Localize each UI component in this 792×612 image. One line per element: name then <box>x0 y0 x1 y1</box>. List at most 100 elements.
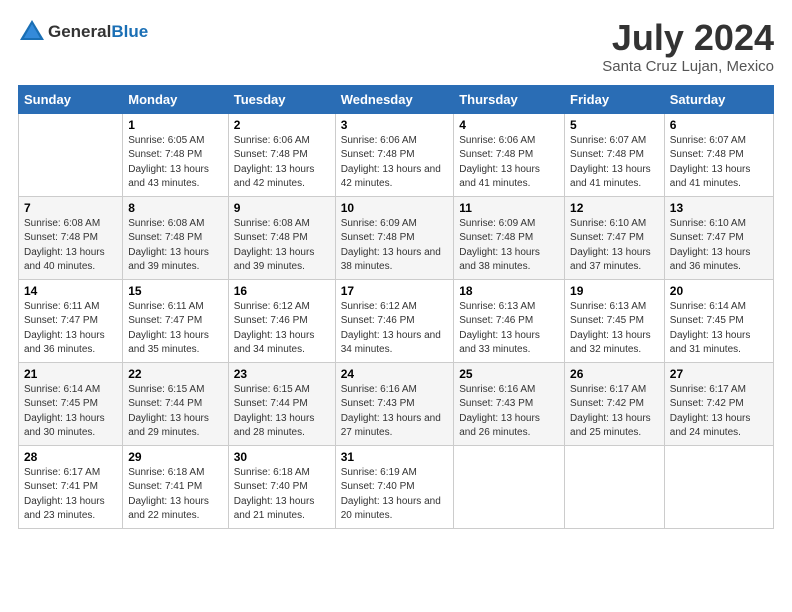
day-cell <box>19 113 123 196</box>
day-number: 28 <box>24 450 117 464</box>
day-info: Sunrise: 6:12 AMSunset: 7:46 PMDaylight:… <box>234 300 330 358</box>
day-number: 12 <box>570 201 659 215</box>
day-number: 10 <box>341 201 449 215</box>
day-cell: 5Sunrise: 6:07 AMSunset: 7:48 PMDaylight… <box>565 113 665 196</box>
day-info: Sunrise: 6:16 AMSunset: 7:43 PMDaylight:… <box>341 383 449 441</box>
day-cell <box>565 445 665 528</box>
page: GeneralBlue July 2024 Santa Cruz Lujan, … <box>0 0 792 539</box>
day-info: Sunrise: 6:06 AMSunset: 7:48 PMDaylight:… <box>341 134 449 192</box>
day-cell: 8 Sunrise: 6:08 AMSunset: 7:48 PMDaylight… <box>123 196 228 279</box>
title-block: July 2024 Santa Cruz Lujan, Mexico <box>602 18 774 75</box>
day-info: Sunrise: 6:12 AMSunset: 7:46 PMDaylight:… <box>341 300 449 358</box>
day-cell: 16 Sunrise: 6:12 AMSunset: 7:46 PMDayligh… <box>228 279 335 362</box>
day-cell: 4Sunrise: 6:06 AMSunset: 7:48 PMDaylight… <box>454 113 565 196</box>
day-number: 18 <box>459 284 559 298</box>
day-number: 29 <box>128 450 222 464</box>
day-number: 8 <box>128 201 222 215</box>
day-number: 25 <box>459 367 559 381</box>
day-info: Sunrise: 6:09 AMSunset: 7:48 PMDaylight:… <box>341 217 449 275</box>
day-info: Sunrise: 6:15 AMSunset: 7:44 PMDaylight:… <box>234 383 330 441</box>
day-info: Sunrise: 6:06 AMSunset: 7:48 PMDaylight:… <box>234 134 330 192</box>
day-cell: 13 Sunrise: 6:10 AMSunset: 7:47 PMDayligh… <box>664 196 773 279</box>
calendar-table: Sunday Monday Tuesday Wednesday Thursday… <box>18 85 774 529</box>
day-cell: 15 Sunrise: 6:11 AMSunset: 7:47 PMDayligh… <box>123 279 228 362</box>
day-info: Sunrise: 6:15 AMSunset: 7:44 PMDaylight:… <box>128 383 222 441</box>
day-info: Sunrise: 6:19 AMSunset: 7:40 PMDaylight:… <box>341 466 449 524</box>
col-monday: Monday <box>123 85 228 113</box>
day-cell <box>664 445 773 528</box>
day-cell: 14 Sunrise: 6:11 AMSunset: 7:47 PMDayligh… <box>19 279 123 362</box>
week-row-4: 21 Sunrise: 6:14 AMSunset: 7:45 PMDayligh… <box>19 362 774 445</box>
day-info: Sunrise: 6:14 AMSunset: 7:45 PMDaylight:… <box>670 300 768 358</box>
col-friday: Friday <box>565 85 665 113</box>
day-cell: 20Sunrise: 6:14 AMSunset: 7:45 PMDayligh… <box>664 279 773 362</box>
logo-blue: Blue <box>111 22 148 41</box>
day-cell: 12 Sunrise: 6:10 AMSunset: 7:47 PMDayligh… <box>565 196 665 279</box>
day-number: 16 <box>234 284 330 298</box>
col-thursday: Thursday <box>454 85 565 113</box>
day-number: 2 <box>234 118 330 132</box>
day-info: Sunrise: 6:08 AMSunset: 7:48 PMDaylight:… <box>234 217 330 275</box>
day-number: 26 <box>570 367 659 381</box>
week-row-5: 28Sunrise: 6:17 AMSunset: 7:41 PMDayligh… <box>19 445 774 528</box>
day-info: Sunrise: 6:06 AMSunset: 7:48 PMDaylight:… <box>459 134 559 192</box>
header: GeneralBlue July 2024 Santa Cruz Lujan, … <box>18 18 774 75</box>
logo-icon <box>18 18 46 46</box>
day-info: Sunrise: 6:10 AMSunset: 7:47 PMDaylight:… <box>670 217 768 275</box>
day-number: 15 <box>128 284 222 298</box>
week-row-3: 14 Sunrise: 6:11 AMSunset: 7:47 PMDayligh… <box>19 279 774 362</box>
col-saturday: Saturday <box>664 85 773 113</box>
day-cell: 9 Sunrise: 6:08 AMSunset: 7:48 PMDaylight… <box>228 196 335 279</box>
day-info: Sunrise: 6:05 AMSunset: 7:48 PMDaylight:… <box>128 134 222 192</box>
day-cell: 22 Sunrise: 6:15 AMSunset: 7:44 PMDayligh… <box>123 362 228 445</box>
day-cell: 30Sunrise: 6:18 AMSunset: 7:40 PMDayligh… <box>228 445 335 528</box>
logo: GeneralBlue <box>18 18 148 46</box>
day-cell: 24Sunrise: 6:16 AMSunset: 7:43 PMDayligh… <box>335 362 454 445</box>
day-info: Sunrise: 6:07 AMSunset: 7:48 PMDaylight:… <box>670 134 768 192</box>
col-sunday: Sunday <box>19 85 123 113</box>
day-info: Sunrise: 6:08 AMSunset: 7:48 PMDaylight:… <box>128 217 222 275</box>
day-number: 30 <box>234 450 330 464</box>
day-info: Sunrise: 6:11 AMSunset: 7:47 PMDaylight:… <box>128 300 222 358</box>
day-number: 9 <box>234 201 330 215</box>
day-number: 23 <box>234 367 330 381</box>
day-number: 14 <box>24 284 117 298</box>
day-number: 13 <box>670 201 768 215</box>
day-info: Sunrise: 6:17 AMSunset: 7:42 PMDaylight:… <box>670 383 768 441</box>
sub-title: Santa Cruz Lujan, Mexico <box>602 58 774 75</box>
day-info: Sunrise: 6:17 AMSunset: 7:42 PMDaylight:… <box>570 383 659 441</box>
day-number: 3 <box>341 118 449 132</box>
day-cell: 31Sunrise: 6:19 AMSunset: 7:40 PMDayligh… <box>335 445 454 528</box>
day-number: 7 <box>24 201 117 215</box>
week-row-2: 7 Sunrise: 6:08 AMSunset: 7:48 PMDaylight… <box>19 196 774 279</box>
day-cell: 18Sunrise: 6:13 AMSunset: 7:46 PMDayligh… <box>454 279 565 362</box>
day-cell: 19Sunrise: 6:13 AMSunset: 7:45 PMDayligh… <box>565 279 665 362</box>
day-cell: 7Sunrise: 6:08 AMSunset: 7:48 PMDaylight… <box>19 196 123 279</box>
day-cell: 25 Sunrise: 6:16 AMSunset: 7:43 PMDayligh… <box>454 362 565 445</box>
day-cell: 29 Sunrise: 6:18 AMSunset: 7:41 PMDayligh… <box>123 445 228 528</box>
day-info: Sunrise: 6:14 AMSunset: 7:45 PMDaylight:… <box>24 383 117 441</box>
main-title: July 2024 <box>602 18 774 58</box>
day-info: Sunrise: 6:11 AMSunset: 7:47 PMDaylight:… <box>24 300 117 358</box>
col-tuesday: Tuesday <box>228 85 335 113</box>
day-info: Sunrise: 6:16 AMSunset: 7:43 PMDaylight:… <box>459 383 559 441</box>
day-cell: 1 Sunrise: 6:05 AMSunset: 7:48 PMDaylight… <box>123 113 228 196</box>
day-number: 17 <box>341 284 449 298</box>
day-info: Sunrise: 6:10 AMSunset: 7:47 PMDaylight:… <box>570 217 659 275</box>
day-number: 5 <box>570 118 659 132</box>
day-number: 1 <box>128 118 222 132</box>
day-info: Sunrise: 6:09 AMSunset: 7:48 PMDaylight:… <box>459 217 559 275</box>
day-cell: 27Sunrise: 6:17 AMSunset: 7:42 PMDayligh… <box>664 362 773 445</box>
day-cell: 10 Sunrise: 6:09 AMSunset: 7:48 PMDayligh… <box>335 196 454 279</box>
day-number: 6 <box>670 118 768 132</box>
logo-general: General <box>48 22 111 41</box>
day-cell: 28Sunrise: 6:17 AMSunset: 7:41 PMDayligh… <box>19 445 123 528</box>
day-cell: 21 Sunrise: 6:14 AMSunset: 7:45 PMDayligh… <box>19 362 123 445</box>
col-wednesday: Wednesday <box>335 85 454 113</box>
day-number: 21 <box>24 367 117 381</box>
week-row-1: 1 Sunrise: 6:05 AMSunset: 7:48 PMDaylight… <box>19 113 774 196</box>
day-number: 22 <box>128 367 222 381</box>
day-cell: 17 Sunrise: 6:12 AMSunset: 7:46 PMDayligh… <box>335 279 454 362</box>
day-cell: 2 Sunrise: 6:06 AMSunset: 7:48 PMDaylight… <box>228 113 335 196</box>
day-info: Sunrise: 6:18 AMSunset: 7:41 PMDaylight:… <box>128 466 222 524</box>
